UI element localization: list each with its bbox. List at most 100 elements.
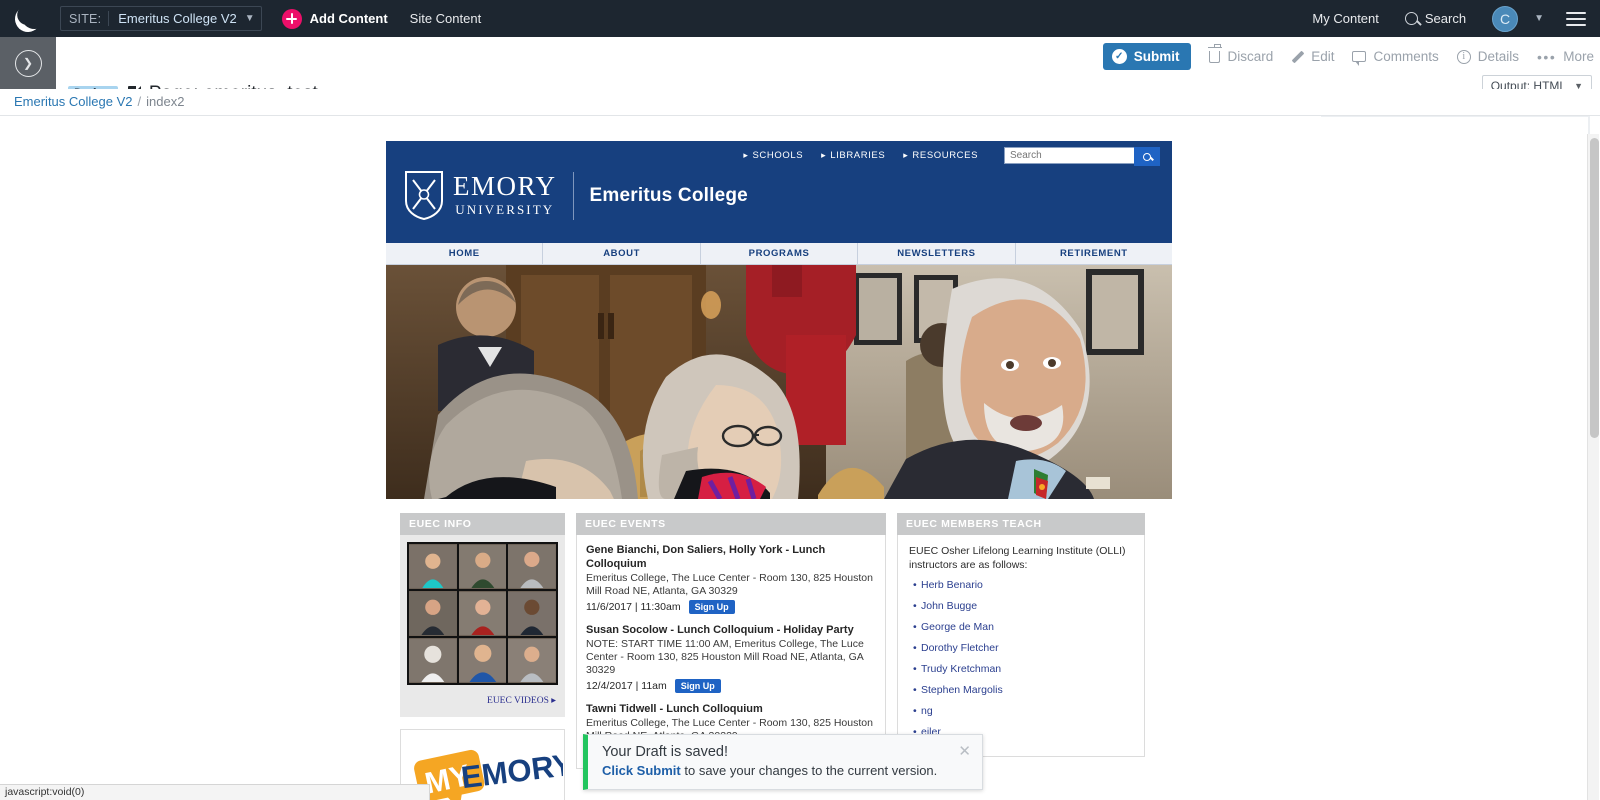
event-location: NOTE: START TIME 11:00 AM, Emeritus Coll… — [586, 638, 864, 676]
site-search-button[interactable] — [1134, 147, 1160, 166]
site-search-input[interactable] — [1004, 147, 1134, 164]
my-content-link[interactable]: My Content — [1312, 11, 1378, 26]
event-datetime: 11/6/2017 | 11:30am — [586, 601, 681, 613]
nav-item-newsletters[interactable]: NEWSLETTERS — [858, 243, 1016, 264]
more-button[interactable]: ••• More — [1537, 49, 1594, 64]
euec-videos-link[interactable]: EUEC VIDEOS ▸ — [487, 696, 556, 706]
video-thumbnail[interactable] — [409, 544, 457, 589]
event-title[interactable]: Susan Socolow - Lunch Colloquium - Holid… — [586, 623, 876, 637]
emory-shield-icon — [405, 171, 443, 220]
more-button-label: More — [1563, 49, 1594, 64]
event-signup-button[interactable]: Sign Up — [674, 679, 721, 693]
event-item: Susan Socolow - Lunch Colloquium - Holid… — [586, 623, 876, 693]
euec-members-teach-heading: EUEC MEMBERS TEACH — [897, 513, 1145, 535]
page-action-row: ❯ Draft ▼ Page: emeritus_test ✓ Submit D… — [0, 37, 1600, 104]
details-button[interactable]: i Details — [1456, 49, 1519, 64]
preview-scrollbar-thumb[interactable] — [1589, 138, 1599, 438]
hamburger-icon[interactable] — [1566, 8, 1586, 30]
euec-members-teach-body: EUEC Osher Lifelong Learning Institute (… — [897, 535, 1145, 757]
nav-item-programs[interactable]: PROGRAMS — [701, 243, 859, 264]
list-item[interactable]: Stephen Margolis — [913, 684, 1133, 696]
site-main-nav: HOME ABOUT PROGRAMS NEWSLETTERS RETIREME… — [386, 243, 1172, 265]
chevron-right-icon: ❯ — [14, 49, 42, 77]
video-thumbnail[interactable] — [508, 638, 556, 683]
preview-scrollbar[interactable] — [1587, 134, 1599, 800]
comments-button[interactable]: Comments — [1352, 49, 1439, 66]
euec-info-panel: EUEC INFO EUEC VIDEOS ▸ MY EMORY — [400, 513, 565, 800]
video-thumbnail-grid[interactable] — [407, 542, 558, 685]
video-thumbnail[interactable] — [409, 591, 457, 636]
emory-wordmark: EMORY UNIVERSITY — [453, 173, 557, 218]
edit-button[interactable]: Edit — [1291, 49, 1334, 64]
add-content-button[interactable]: Add Content — [281, 8, 388, 29]
utility-nav-item-resources[interactable]: RESOURCES — [903, 150, 978, 161]
breadcrumb: Emeritus College V2 / index2 — [14, 94, 184, 109]
utility-nav: SCHOOLS LIBRARIES RESOURCES — [743, 150, 978, 161]
site-selector[interactable]: SITE: Emeritus College V2 ▼ — [60, 6, 262, 31]
emory-wordmark-bottom: UNIVERSITY — [455, 202, 555, 217]
toast-message: Click Submit to save your changes to the… — [602, 763, 968, 778]
pencil-icon — [1291, 50, 1304, 63]
site-brand[interactable]: EMORY UNIVERSITY Emeritus College — [405, 171, 748, 220]
comments-button-label: Comments — [1373, 49, 1439, 64]
video-thumbnail[interactable] — [458, 544, 507, 589]
browser-status-bar: javascript:void(0) — [0, 784, 430, 800]
event-title[interactable]: Tawni Tidwell - Lunch Colloquium — [586, 702, 876, 716]
discard-button[interactable]: Discard — [1207, 44, 1274, 64]
event-signup-button[interactable]: Sign Up — [688, 600, 735, 614]
page-preview-frame: SCHOOLS LIBRARIES RESOURCES EMORY — [0, 117, 1588, 800]
list-item[interactable]: John Bugge — [913, 600, 1133, 612]
chevron-down-icon: ▼ — [1534, 13, 1544, 24]
submit-button[interactable]: ✓ Submit — [1102, 43, 1192, 70]
breadcrumb-current: index2 — [146, 94, 185, 109]
list-item[interactable]: Herb Benario — [913, 579, 1133, 591]
utility-nav-item-schools[interactable]: SCHOOLS — [743, 150, 803, 161]
list-item[interactable]: ng — [913, 705, 1133, 717]
euec-info-heading: EUEC INFO — [400, 513, 565, 535]
trash-icon — [1207, 44, 1222, 63]
list-item[interactable]: Trudy Kretchman — [913, 663, 1133, 675]
list-item[interactable]: George de Man — [913, 621, 1133, 633]
toast-submit-link[interactable]: Click Submit — [602, 763, 681, 778]
avatar-menu-toggle[interactable]: ▼ — [1526, 13, 1544, 24]
global-search-button[interactable]: Search — [1404, 11, 1467, 26]
nav-item-retirement[interactable]: RETIREMENT — [1016, 243, 1172, 264]
info-icon: i — [1456, 49, 1471, 64]
video-thumbnail[interactable] — [508, 591, 556, 636]
nav-item-about[interactable]: ABOUT — [543, 243, 701, 264]
top-bar-right-group: My Content Search C ▼ — [1286, 5, 1600, 32]
breadcrumb-root-link[interactable]: Emeritus College V2 — [14, 94, 133, 109]
discard-button-label: Discard — [1227, 49, 1274, 64]
video-thumbnail[interactable] — [458, 591, 507, 636]
event-datetime-row: 11/6/2017 | 11:30am Sign Up — [586, 600, 876, 614]
check-icon: ✓ — [1111, 49, 1127, 64]
ellipsis-icon: ••• — [1537, 48, 1557, 65]
nav-item-home[interactable]: HOME — [386, 243, 544, 264]
utility-nav-item-libraries[interactable]: LIBRARIES — [821, 150, 885, 161]
avatar[interactable]: C — [1492, 5, 1519, 32]
global-search-label: Search — [1424, 11, 1467, 26]
list-item[interactable]: Dorothy Fletcher — [913, 642, 1133, 654]
site-sub-brand: Emeritus College — [589, 184, 748, 206]
site-search — [1004, 147, 1160, 166]
event-title[interactable]: Gene Bianchi, Don Saliers, Holly York - … — [586, 543, 876, 571]
breadcrumb-separator: / — [137, 94, 142, 109]
submit-button-label: Submit — [1133, 49, 1180, 64]
video-thumbnail[interactable] — [409, 638, 457, 683]
chevron-down-icon: ▼ — [244, 13, 255, 24]
brand-divider — [572, 171, 574, 220]
emory-wordmark-top: EMORY — [453, 171, 557, 201]
toast-title: Your Draft is saved! — [602, 744, 728, 760]
euec-events-heading: EUEC EVENTS — [576, 513, 886, 535]
my-content-label: My Content — [1312, 11, 1379, 26]
action-bar: ✓ Submit Discard Edit Comments i Details… — [1102, 43, 1594, 70]
sidebar-expand-button[interactable]: ❯ — [0, 37, 56, 89]
close-icon[interactable]: ✕ — [958, 744, 971, 759]
app-logo[interactable] — [0, 0, 56, 37]
plus-icon — [281, 8, 302, 29]
site-header: SCHOOLS LIBRARIES RESOURCES EMORY — [386, 141, 1172, 243]
euec-members-teach-intro: EUEC Osher Lifelong Learning Institute (… — [909, 545, 1126, 571]
site-content-link[interactable]: Site Content — [410, 11, 482, 26]
video-thumbnail[interactable] — [508, 544, 556, 589]
video-thumbnail[interactable] — [458, 638, 507, 683]
